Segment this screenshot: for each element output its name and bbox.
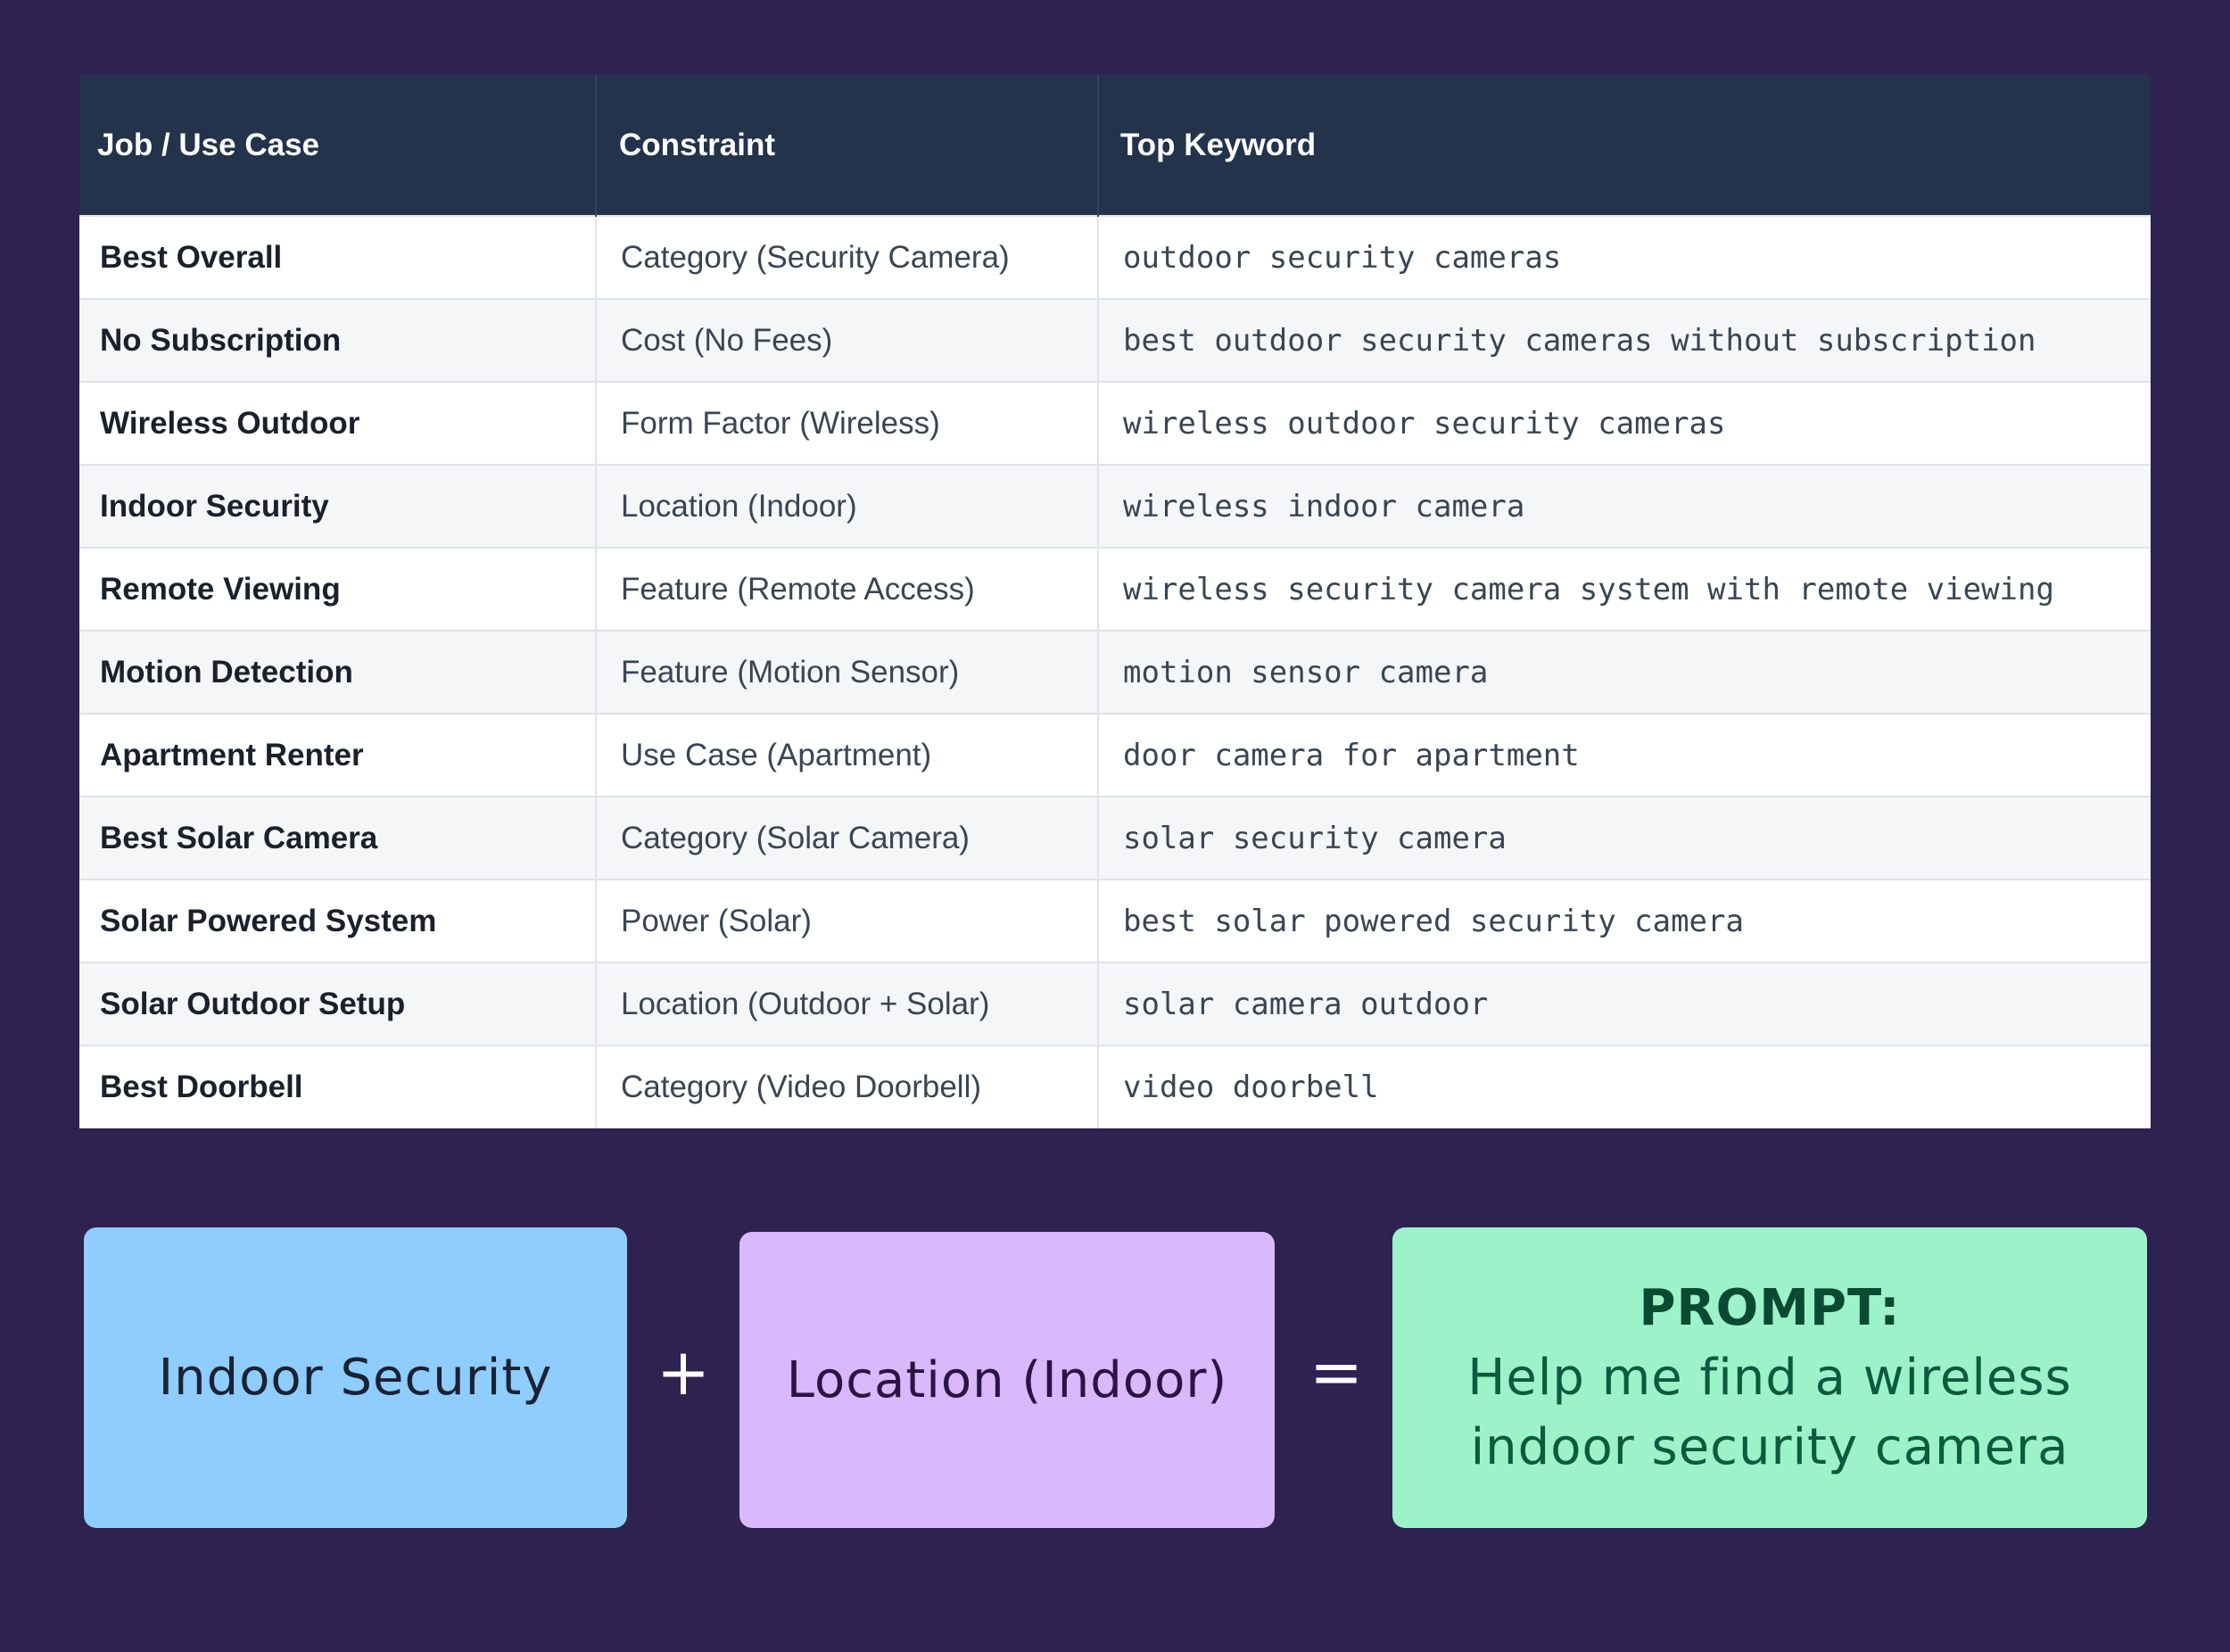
table-row: Solar Outdoor Setup Location (Outdoor + … [79,962,2151,1045]
table-body: Best Overall Category (Security Camera) … [79,215,2151,1128]
cell-job: Indoor Security [79,464,597,548]
header-constraint: Constraint [596,75,1099,216]
header-top-keyword: Top Keyword [1098,75,2151,216]
cell-keyword: best outdoor security cameras without su… [1098,298,2151,382]
cell-job: Solar Outdoor Setup [79,962,597,1045]
table-row: Solar Powered System Power (Solar) best … [79,879,2151,962]
table-row: Best Doorbell Category (Video Doorbell) … [79,1045,2151,1128]
cell-keyword: solar camera outdoor [1098,962,2151,1045]
plus-sign: + [656,1334,711,1409]
cell-constraint: Feature (Remote Access) [596,547,1099,631]
keyword-table: Job / Use Case Constraint Top Keyword Be… [79,75,2151,1128]
cell-keyword: wireless security camera system with rem… [1098,547,2151,631]
cell-constraint: Form Factor (Wireless) [596,381,1099,465]
cell-job: No Subscription [79,298,597,382]
equals-sign: = [1309,1334,1364,1409]
prompt-box: PROMPT: Help me find a wireless indoor s… [1392,1227,2147,1528]
table-row: Remote Viewing Feature (Remote Access) w… [79,547,2151,631]
cell-keyword: outdoor security cameras [1098,215,2151,299]
cell-constraint: Location (Outdoor + Solar) [596,962,1099,1045]
cell-job: Solar Powered System [79,879,597,962]
cell-job: Best Solar Camera [79,796,597,880]
header-row: Job / Use Case Constraint Top Keyword [79,75,2151,216]
cell-keyword: wireless outdoor security cameras [1098,381,2151,465]
prompt-text-line-2: indoor security camera [1470,1417,2069,1476]
job-box: Indoor Security [84,1227,627,1528]
header-job-use-case: Job / Use Case [79,75,597,216]
prompt-text-line-1: Help me find a wireless [1467,1348,2072,1407]
cell-constraint: Category (Video Doorbell) [596,1045,1099,1128]
table-row: Wireless Outdoor Form Factor (Wireless) … [79,381,2151,465]
cell-keyword: best solar powered security camera [1098,879,2151,962]
cell-job: Motion Detection [79,630,597,714]
constraint-box-label: Location (Indoor) [786,1351,1228,1409]
job-box-label: Indoor Security [158,1349,553,1407]
table-row: Best Overall Category (Security Camera) … [79,215,2151,299]
cell-keyword: solar security camera [1098,796,2151,880]
cell-keyword: motion sensor camera [1098,630,2151,714]
cell-keyword: video doorbell [1098,1045,2151,1128]
prompt-label: PROMPT: [1639,1278,1901,1337]
table-row: Apartment Renter Use Case (Apartment) do… [79,713,2151,797]
table-row: Motion Detection Feature (Motion Sensor)… [79,630,2151,714]
cell-constraint: Cost (No Fees) [596,298,1099,382]
cell-constraint: Feature (Motion Sensor) [596,630,1099,714]
table-row: Best Solar Camera Category (Solar Camera… [79,796,2151,880]
keyword-table-container: Job / Use Case Constraint Top Keyword Be… [79,75,2151,1128]
cell-keyword: door camera for apartment [1098,713,2151,797]
cell-constraint: Use Case (Apartment) [596,713,1099,797]
cell-constraint: Category (Security Camera) [596,215,1099,299]
cell-job: Best Doorbell [79,1045,597,1128]
table-row: No Subscription Cost (No Fees) best outd… [79,298,2151,382]
constraint-box: Location (Indoor) [739,1232,1275,1528]
cell-job: Best Overall [79,215,597,299]
cell-constraint: Power (Solar) [596,879,1099,962]
cell-keyword: wireless indoor camera [1098,464,2151,548]
cell-job: Remote Viewing [79,547,597,631]
cell-constraint: Category (Solar Camera) [596,796,1099,880]
cell-job: Apartment Renter [79,713,597,797]
table-header: Job / Use Case Constraint Top Keyword [79,75,2151,216]
cell-constraint: Location (Indoor) [596,464,1099,548]
cell-job: Wireless Outdoor [79,381,597,465]
table-row: Indoor Security Location (Indoor) wirele… [79,464,2151,548]
